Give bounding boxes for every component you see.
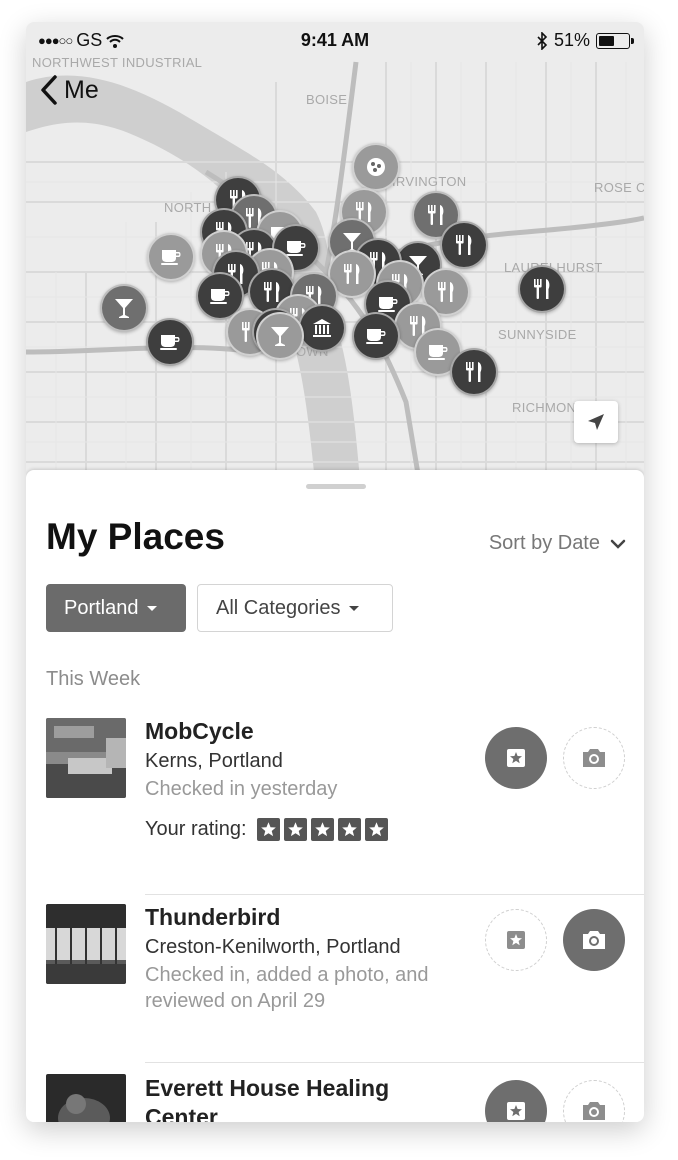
review-button[interactable] [485, 727, 547, 789]
map-pin-attraction[interactable] [352, 143, 400, 191]
category-filter-label: All Categories [216, 596, 341, 619]
rating-star-icon[interactable] [256, 818, 280, 841]
city-filter-button[interactable]: Portland [46, 584, 186, 632]
map-label-boise: BOISE [306, 92, 348, 107]
place-list-item[interactable]: Everett House Healing Center [26, 1074, 644, 1122]
bluetooth-icon [537, 31, 548, 50]
list-divider [145, 1062, 644, 1063]
rating-star-icon[interactable] [283, 818, 307, 841]
review-button[interactable] [485, 909, 547, 971]
place-activity: Checked in yesterday [145, 778, 338, 800]
attraction-icon [367, 158, 385, 176]
map-label-irvington: IRVINGTON [392, 174, 467, 189]
restaurant-icon [344, 264, 360, 284]
map-pin-bar[interactable] [100, 284, 148, 332]
place-thumbnail [46, 718, 126, 798]
rating-star-icon[interactable] [310, 818, 334, 841]
restaurant-icon [428, 205, 444, 225]
place-list-item[interactable]: Thunderbird Creston-Kenilworth, Portland… [26, 904, 644, 1054]
sheet-drag-handle[interactable] [306, 484, 366, 489]
map-label-richmond: RICHMON [512, 400, 577, 415]
place-thumbnail [46, 1074, 126, 1122]
battery-percent: 51% [553, 30, 590, 50]
battery-icon [596, 32, 634, 49]
museum-icon [313, 319, 331, 337]
add-photo-button[interactable] [563, 909, 625, 971]
place-thumbnail [46, 904, 126, 984]
status-bar: ●●●○○ GS 9:41 AM 51% [26, 22, 644, 58]
restaurant-icon [456, 235, 472, 255]
rating-star-icon[interactable] [364, 818, 388, 841]
map-pin-restaurant[interactable] [440, 221, 488, 269]
location-arrow-icon [588, 414, 604, 430]
caret-down-icon [348, 605, 359, 611]
list-divider [145, 894, 644, 895]
back-button-label: Me [64, 75, 99, 104]
bar-icon [115, 299, 133, 318]
camera-icon [583, 1102, 605, 1120]
chevron-left-icon [41, 75, 57, 105]
map-pin-coffee[interactable] [146, 318, 194, 366]
city-filter-label: Portland [64, 596, 139, 619]
star-badge-icon [507, 931, 525, 949]
place-name[interactable]: MobCycle [145, 718, 254, 745]
rating-stars[interactable] [256, 818, 388, 841]
chevron-down-icon [610, 539, 626, 549]
restaurant-icon [438, 282, 454, 302]
place-rating: Your rating: [145, 818, 388, 841]
caret-down-icon [146, 605, 157, 611]
map-view[interactable]: NORTHWEST INDUSTRIAL BOISE IRVINGTON ROS… [26, 22, 644, 492]
phone-screen: NORTHWEST INDUSTRIAL BOISE IRVINGTON ROS… [26, 22, 644, 1122]
place-activity: Checked in, added a photo, and reviewed … [145, 964, 429, 1012]
place-list-item[interactable]: MobCycle Kerns, Portland Checked in yest… [26, 718, 644, 878]
page-title: My Places [46, 516, 225, 557]
map-label-sunnyside: SUNNYSIDE [498, 327, 577, 342]
restaurant-icon [534, 279, 550, 299]
place-neighborhood: Creston-Kenilworth, Portland [145, 936, 401, 958]
add-photo-button[interactable] [563, 727, 625, 789]
place-name[interactable]: Thunderbird [145, 904, 280, 931]
sort-dropdown[interactable]: Sort by Date [489, 532, 626, 555]
coffee-icon [161, 250, 181, 265]
coffee-icon [366, 329, 386, 344]
map-pin-museum[interactable] [298, 304, 346, 352]
places-sheet: My Places Sort by Date Portland All Cate… [26, 470, 644, 1122]
place-neighborhood: Kerns, Portland [145, 750, 283, 772]
restaurant-icon [466, 362, 482, 382]
map-pin-bar[interactable] [256, 312, 304, 360]
section-header-this-week: This Week [46, 668, 141, 690]
map-pin-coffee[interactable] [352, 312, 400, 360]
map-pin-restaurant[interactable] [518, 265, 566, 313]
add-photo-button[interactable] [563, 1080, 625, 1122]
restaurant-icon [264, 282, 280, 302]
star-badge-icon [507, 1102, 525, 1120]
map-pin-restaurant[interactable] [450, 348, 498, 396]
battery-group: 51% [536, 30, 634, 51]
map-label-rose-city: ROSE CI [594, 180, 644, 195]
place-name[interactable]: Everett House Healing Center [145, 1074, 445, 1122]
rating-label: Your rating: [145, 818, 247, 840]
locate-me-button[interactable] [574, 401, 618, 443]
sort-label: Sort by Date [488, 532, 600, 554]
map-pin-coffee[interactable] [147, 233, 195, 281]
back-button[interactable]: Me [40, 74, 99, 106]
coffee-icon [210, 289, 230, 304]
review-button[interactable] [485, 1080, 547, 1122]
camera-icon [583, 749, 605, 767]
coffee-icon [378, 297, 398, 312]
coffee-icon [160, 335, 180, 350]
star-badge-icon [507, 749, 525, 767]
category-filter-button[interactable]: All Categories [197, 584, 393, 632]
rating-star-icon[interactable] [337, 818, 361, 841]
camera-icon [583, 931, 605, 949]
coffee-icon [286, 241, 306, 256]
bar-icon [271, 327, 289, 346]
coffee-icon [428, 345, 448, 360]
